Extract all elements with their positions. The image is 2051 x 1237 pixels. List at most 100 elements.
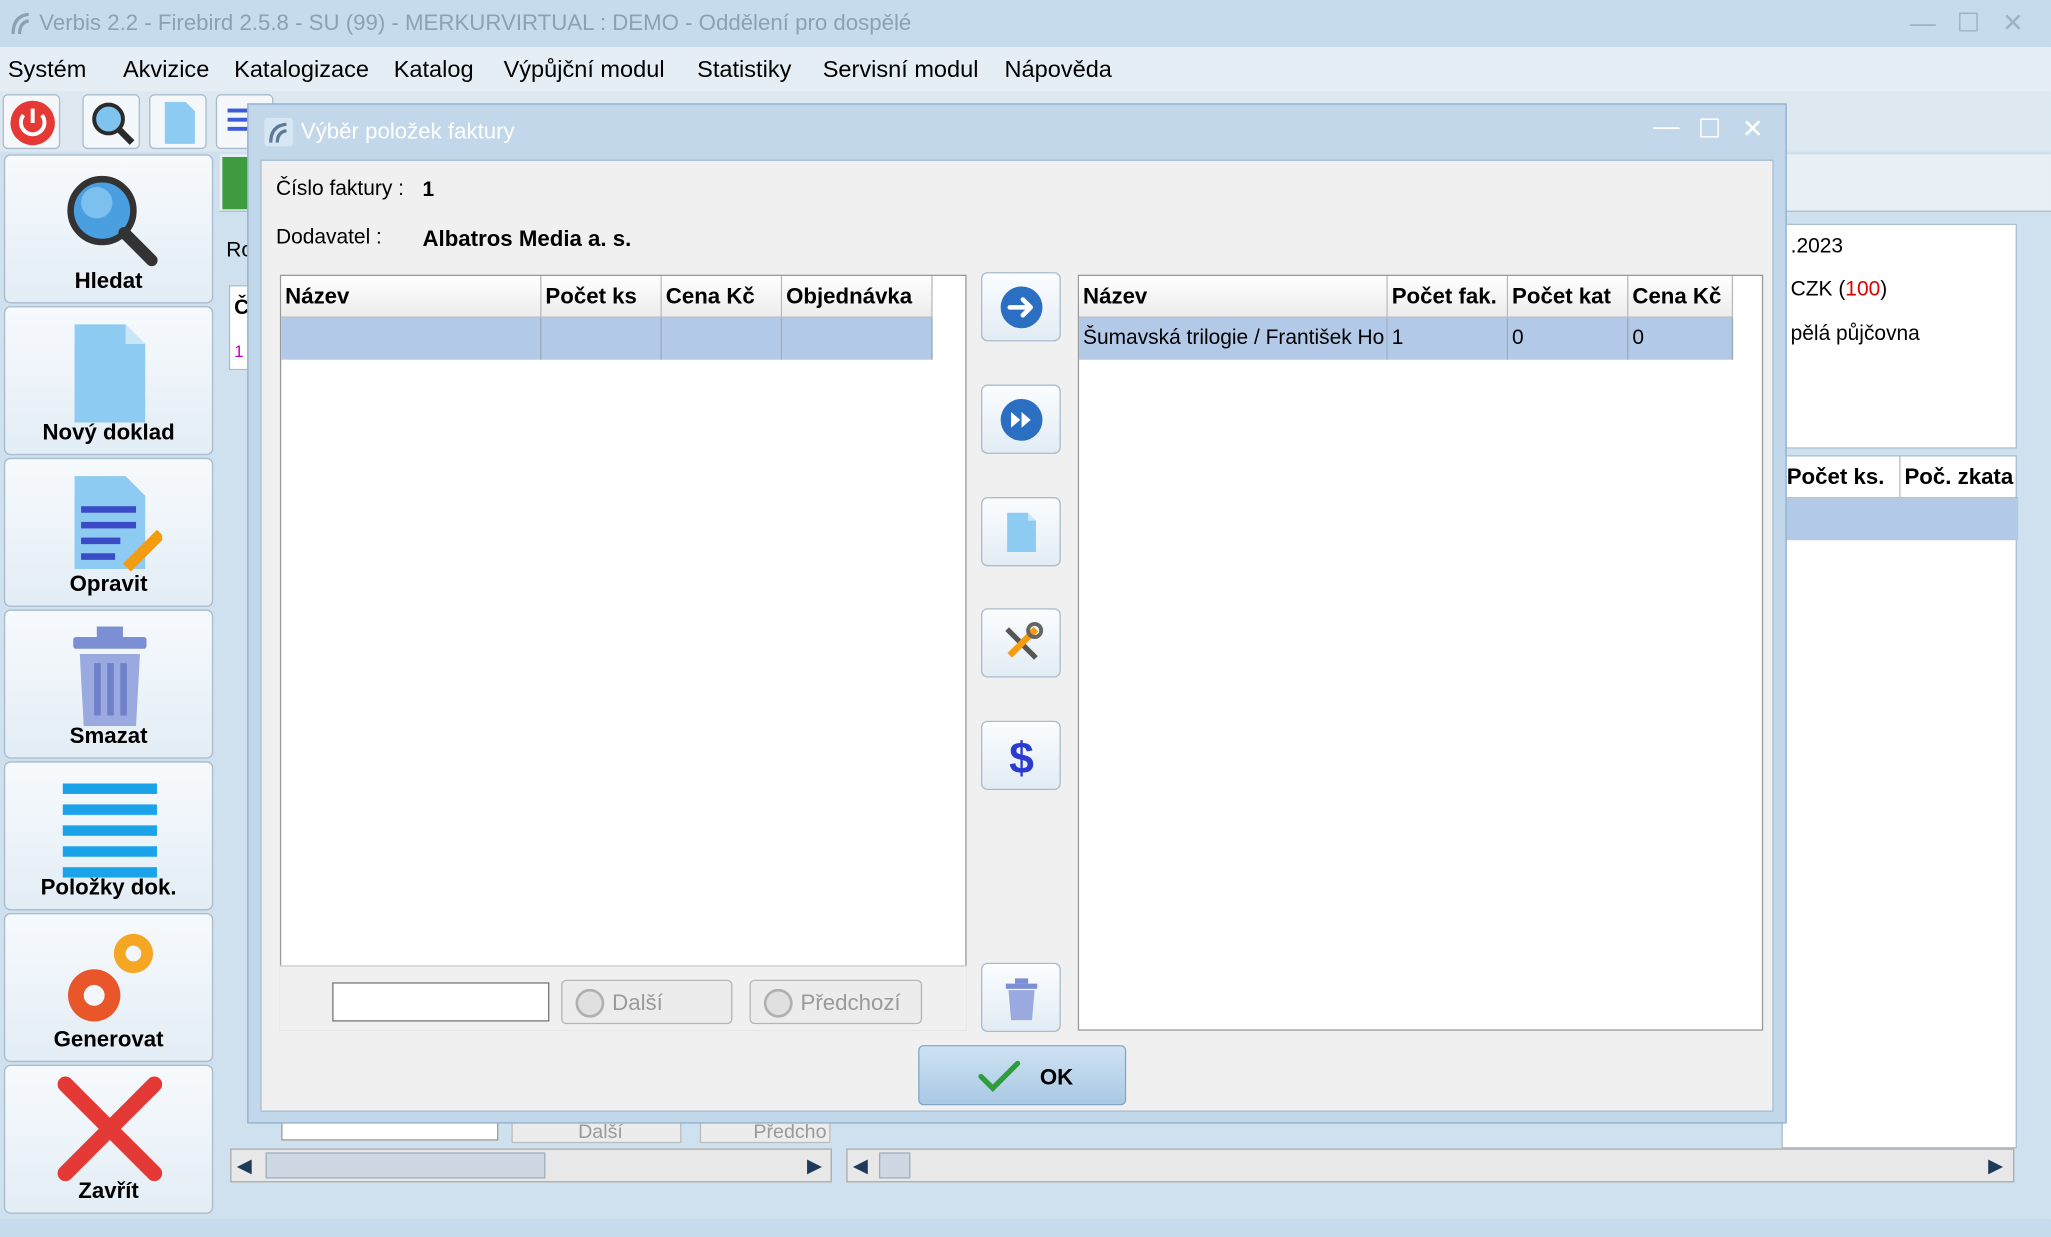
power-icon bbox=[10, 100, 55, 146]
novy-doklad-label: Nový doklad bbox=[42, 419, 175, 445]
novy-doklad-button[interactable]: Nový doklad bbox=[3, 306, 214, 456]
dialog-title: Výběr položek faktury bbox=[300, 119, 515, 144]
menu-system[interactable]: Systém bbox=[8, 56, 87, 83]
menu-vypujcni-modul[interactable]: Výpůjční modul bbox=[504, 56, 665, 83]
background-hscrollbar-left[interactable]: ◀ ▶ bbox=[230, 1148, 832, 1183]
left-header-cena[interactable]: Cena Kč bbox=[661, 275, 783, 318]
maximize-icon[interactable]: ☐ bbox=[1953, 8, 1984, 39]
opravit-button[interactable]: Opravit bbox=[3, 457, 214, 607]
polozky-dok-label: Položky dok. bbox=[40, 875, 177, 900]
background-location: pělá půjčovna bbox=[1790, 323, 1920, 346]
menu-servisni-modul[interactable]: Servisní modul bbox=[823, 56, 979, 83]
left-header-pocet-ks[interactable]: Počet ks bbox=[541, 275, 662, 318]
invoice-items-dialog: Výběr položek faktury — ☐ ✕ Číslo faktur… bbox=[247, 103, 1787, 1124]
generovat-label: Generovat bbox=[53, 1026, 164, 1052]
search-icon bbox=[92, 102, 135, 145]
toolbar-new-button[interactable] bbox=[149, 94, 207, 150]
new-item-button[interactable] bbox=[981, 497, 1061, 567]
left-grid-footer: Další Předchozí bbox=[279, 965, 967, 1031]
minimize-icon[interactable]: — bbox=[1907, 8, 1938, 39]
screen: Verbis 2.2 - Firebird 2.5.8 - SU (99) - … bbox=[0, 0, 2051, 1237]
table-row[interactable] bbox=[782, 317, 933, 360]
move-right-button[interactable] bbox=[981, 272, 1061, 342]
scroll-right-icon[interactable]: ▶ bbox=[807, 1154, 822, 1177]
invoice-items-right-grid[interactable]: Název Počet fak. Počet kat Cena Kč Šumav… bbox=[1077, 274, 1764, 1031]
delete-item-button[interactable] bbox=[981, 962, 1061, 1033]
trash-icon bbox=[73, 626, 147, 726]
table-row[interactable] bbox=[541, 317, 662, 360]
search-icon bbox=[67, 175, 158, 267]
background-selected-row bbox=[1782, 498, 2019, 541]
currency-value: 100 bbox=[1845, 278, 1881, 301]
price-button[interactable]: $ bbox=[981, 720, 1061, 791]
ok-button[interactable]: OK bbox=[918, 1045, 1127, 1106]
scroll-right-icon[interactable]: ▶ bbox=[1988, 1154, 2003, 1177]
background-right-grid: Počet ks. Poč. zkata bbox=[1781, 455, 2019, 1149]
background-date: .2023 bbox=[1790, 235, 1844, 258]
background-next-label: Další bbox=[578, 1120, 623, 1144]
scrollbar-thumb[interactable] bbox=[265, 1152, 546, 1179]
close-icon bbox=[57, 1076, 163, 1182]
tools-icon bbox=[1005, 621, 1044, 660]
dialog-close-icon[interactable]: ✕ bbox=[1737, 112, 1768, 144]
dialog-minimize-icon[interactable]: — bbox=[1651, 112, 1682, 143]
toolbar-search-button[interactable] bbox=[82, 94, 140, 150]
tools-button[interactable] bbox=[981, 608, 1061, 678]
svg-text:$: $ bbox=[1009, 734, 1034, 778]
scroll-left-icon[interactable]: ◀ bbox=[853, 1154, 868, 1177]
dialog-maximize-icon[interactable]: ☐ bbox=[1694, 112, 1725, 144]
previous-button[interactable]: Předchozí bbox=[749, 979, 923, 1025]
checkmark-icon bbox=[978, 1060, 1021, 1092]
document-icon bbox=[1007, 512, 1036, 552]
next-button[interactable]: Další bbox=[561, 979, 733, 1025]
menu-katalogizace[interactable]: Katalogizace bbox=[234, 56, 369, 83]
table-row[interactable] bbox=[281, 317, 542, 360]
currency-suffix: ) bbox=[1880, 278, 1888, 301]
search-input[interactable] bbox=[332, 982, 550, 1022]
menu-katalog[interactable]: Katalog bbox=[394, 56, 474, 83]
table-row[interactable]: 0 bbox=[1508, 317, 1629, 360]
background-hscrollbar-right[interactable]: ◀ ▶ bbox=[846, 1148, 2015, 1183]
table-row[interactable]: 1 bbox=[1387, 317, 1509, 360]
arrow-right-icon bbox=[1000, 286, 1043, 329]
menu-bar: Systém Akvizice Katalogizace Katalog Výp… bbox=[0, 47, 2051, 92]
invoice-number-label: Číslo faktury : bbox=[275, 177, 404, 201]
right-header-pocet-kat[interactable]: Počet kat bbox=[1508, 275, 1629, 318]
generovat-button[interactable]: Generovat bbox=[3, 912, 214, 1063]
arrow-up-icon bbox=[763, 988, 793, 1018]
scrollbar-thumb[interactable] bbox=[878, 1152, 911, 1179]
close-icon[interactable]: ✕ bbox=[1997, 8, 2028, 39]
move-all-right-button[interactable] bbox=[981, 384, 1061, 454]
arrow-down-icon bbox=[575, 988, 605, 1018]
currency-prefix: CZK ( bbox=[1790, 278, 1846, 301]
right-header-pocet-fak[interactable]: Počet fak. bbox=[1387, 275, 1509, 318]
polozky-dok-button[interactable]: Položky dok. bbox=[3, 761, 214, 911]
hledat-button[interactable]: Hledat bbox=[3, 154, 214, 304]
right-header-cena[interactable]: Cena Kč bbox=[1628, 275, 1734, 318]
right-header-nazev[interactable]: Název bbox=[1079, 275, 1388, 318]
menu-statistiky[interactable]: Statistiky bbox=[697, 56, 791, 83]
left-header-nazev[interactable]: Název bbox=[281, 275, 542, 318]
main-titlebar: Verbis 2.2 - Firebird 2.5.8 - SU (99) - … bbox=[0, 0, 2051, 48]
trash-icon bbox=[1005, 978, 1038, 1021]
dollar-icon: $ bbox=[1009, 734, 1034, 778]
power-button[interactable] bbox=[2, 94, 61, 150]
gears-icon bbox=[68, 933, 154, 1022]
background-left-cell: 1 bbox=[234, 341, 244, 362]
table-row[interactable]: 0 bbox=[1628, 317, 1734, 360]
invoice-items-left-grid[interactable]: Název Počet ks Cena Kč Objednávka bbox=[279, 274, 967, 1031]
table-row[interactable] bbox=[661, 317, 783, 360]
background-prev-label: Předcho bbox=[753, 1120, 827, 1144]
table-row[interactable]: Šumavská trilogie / František Ho bbox=[1079, 317, 1388, 360]
next-label: Další bbox=[612, 990, 663, 1016]
document-icon bbox=[164, 102, 195, 144]
hledat-label: Hledat bbox=[74, 268, 143, 293]
app-logo-icon bbox=[264, 117, 293, 147]
left-header-objednavka[interactable]: Objednávka bbox=[782, 275, 933, 318]
zavrit-button[interactable]: Zavřít bbox=[3, 1064, 214, 1214]
menu-napoveda[interactable]: Nápověda bbox=[1005, 56, 1112, 83]
menu-akvizice[interactable]: Akvizice bbox=[123, 56, 209, 83]
scroll-left-icon[interactable]: ◀ bbox=[237, 1154, 252, 1177]
app-logo-icon bbox=[11, 12, 30, 35]
smazat-button[interactable]: Smazat bbox=[3, 609, 214, 759]
